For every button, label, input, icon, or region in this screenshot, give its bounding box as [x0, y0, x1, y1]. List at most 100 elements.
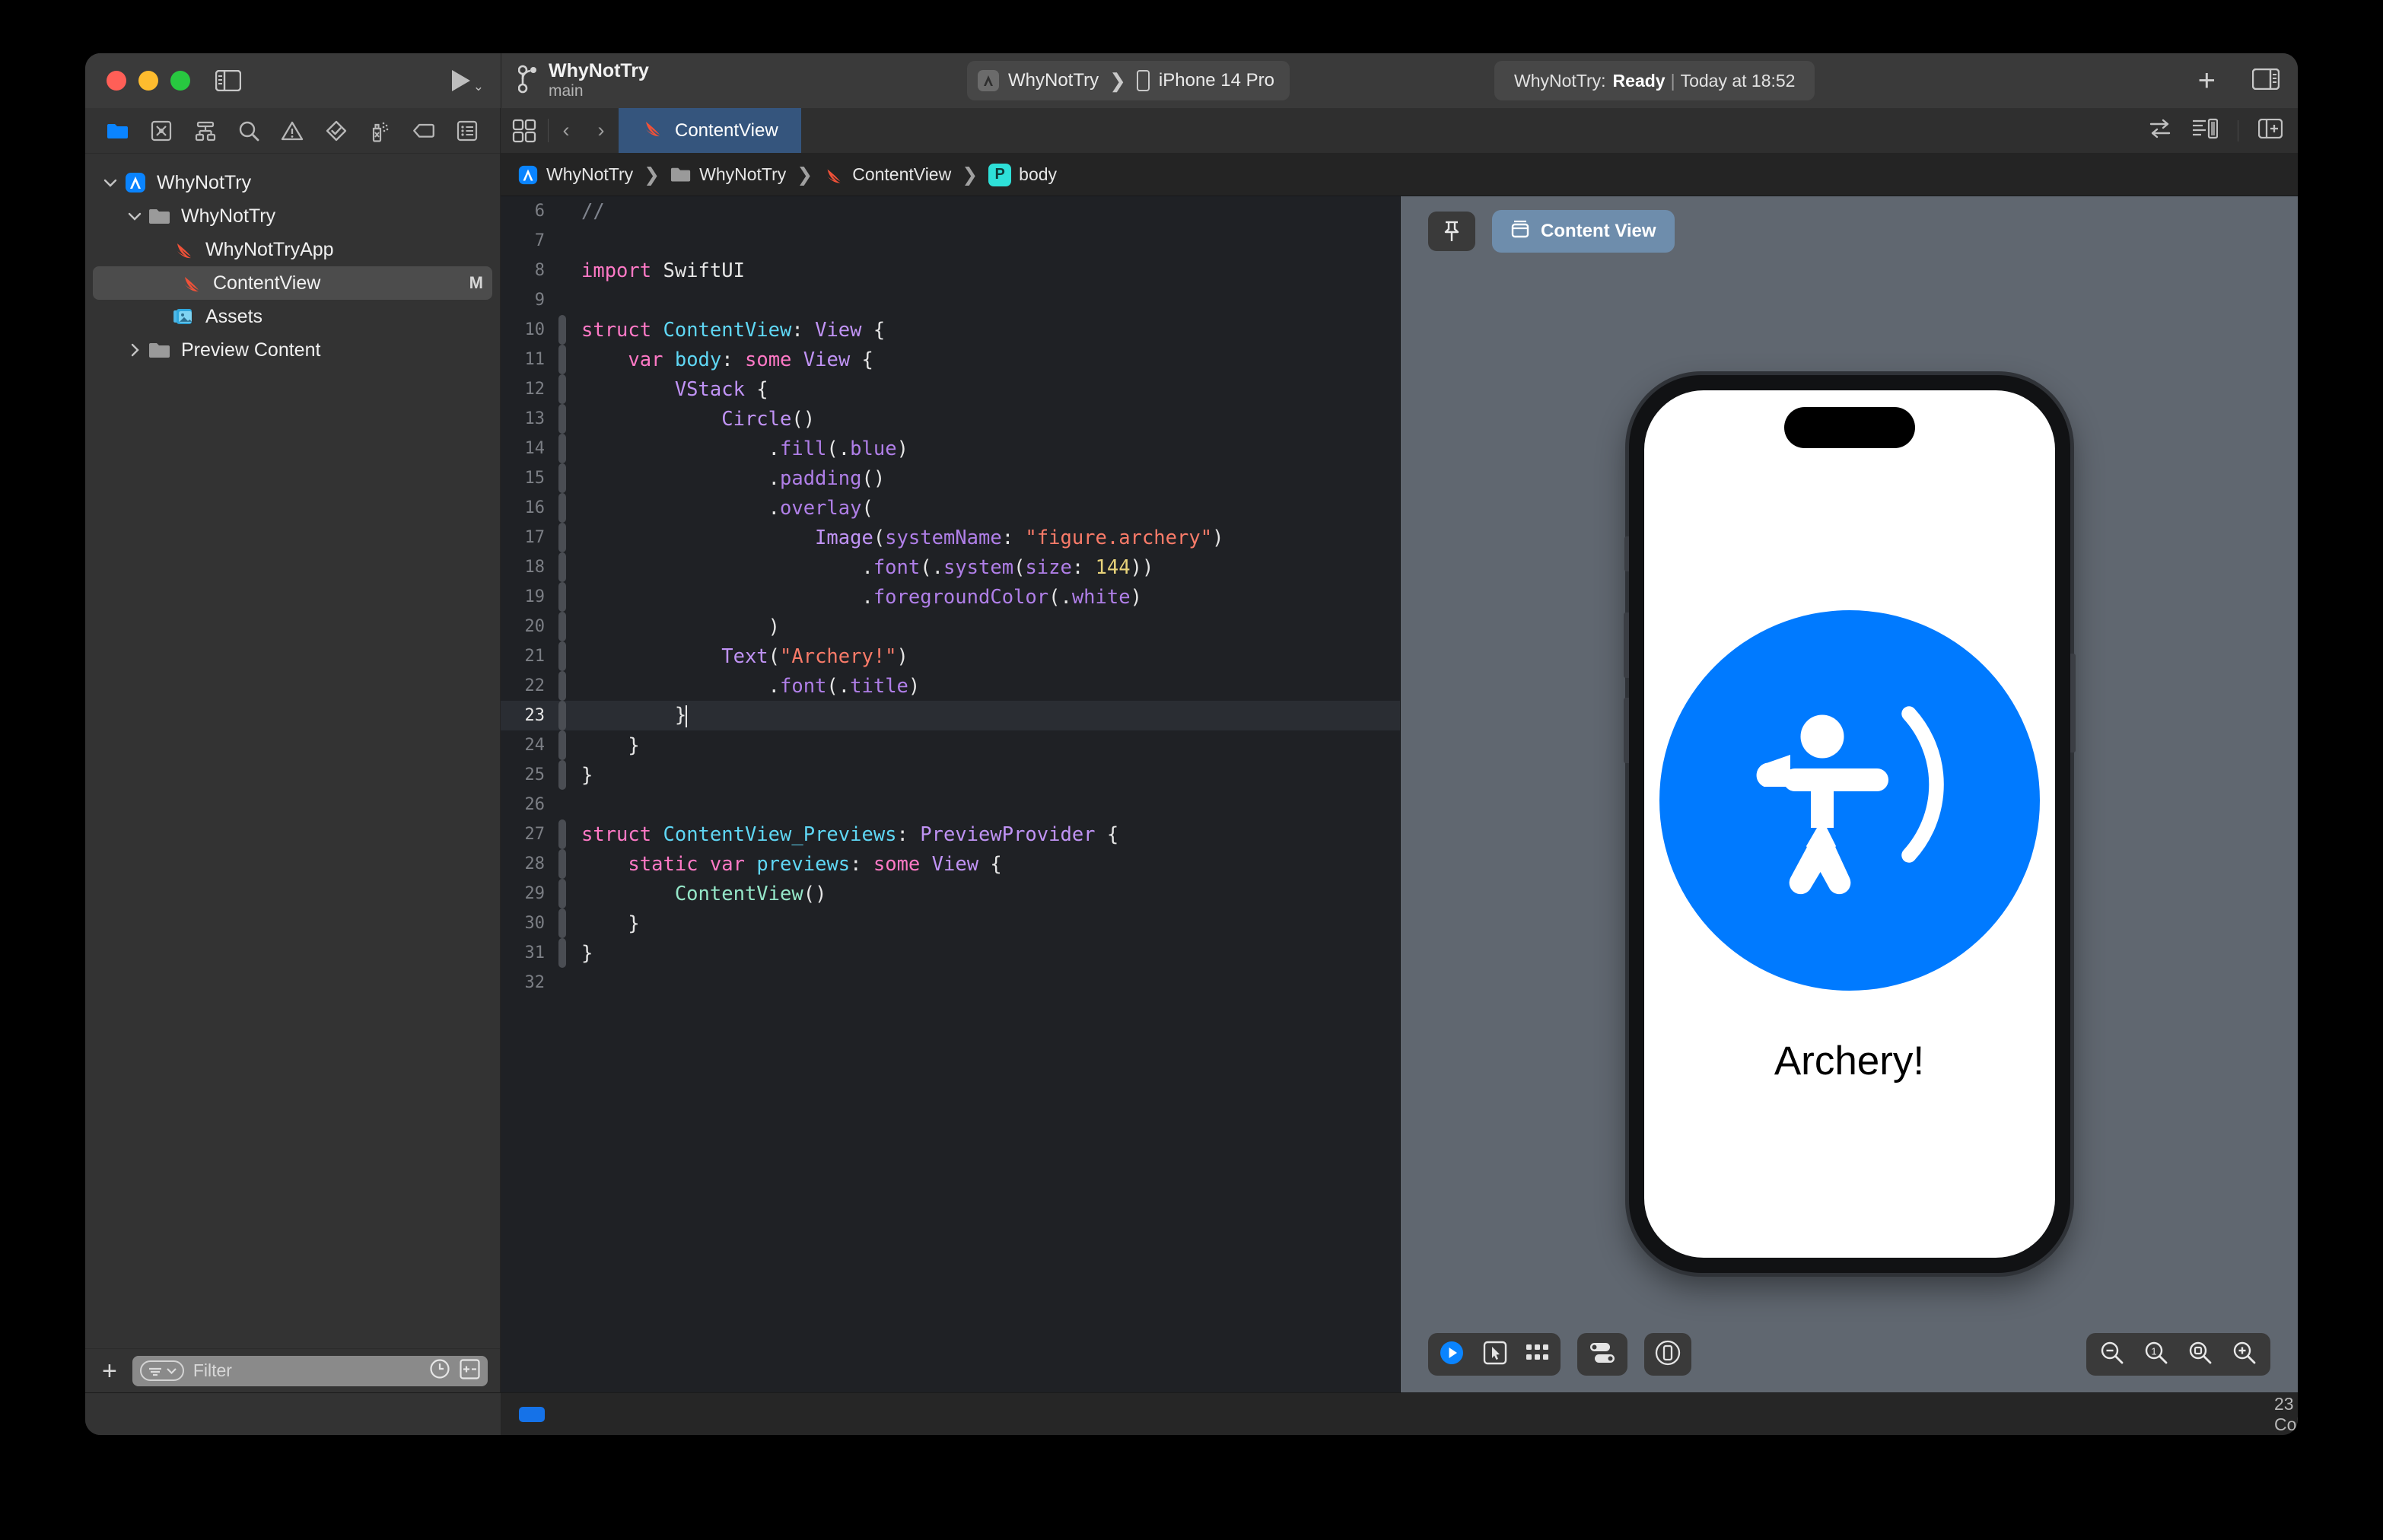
preview-view-selector[interactable]: Content View — [1492, 210, 1675, 253]
sidebar-toggle-icon[interactable] — [212, 64, 245, 97]
find-navigator[interactable] — [227, 114, 270, 148]
plus-minus-icon[interactable] — [460, 1358, 480, 1383]
fold-ribbon[interactable] — [558, 196, 566, 226]
code-line[interactable]: 22 .font(.title) — [501, 671, 1400, 701]
fold-ribbon[interactable] — [558, 612, 566, 641]
fold-ribbon[interactable] — [558, 582, 566, 612]
fold-ribbon[interactable] — [558, 671, 566, 701]
run-button[interactable]: ⌄ — [451, 69, 501, 93]
chevron-right-icon[interactable] — [123, 343, 146, 357]
code-line[interactable]: 14 .fill(.blue) — [501, 434, 1400, 463]
tab-contentview[interactable]: ContentView — [619, 108, 801, 153]
tree-item-contentview[interactable]: ContentView M — [93, 266, 492, 300]
project-navigator[interactable] — [96, 114, 139, 148]
magnifier-minus-icon[interactable] — [2100, 1341, 2124, 1369]
pin-icon[interactable] — [1428, 212, 1475, 251]
branch-indicator[interactable]: WhyNotTry main — [517, 60, 649, 100]
debug-navigator[interactable] — [358, 114, 402, 148]
code-line[interactable]: 24 } — [501, 730, 1400, 760]
code-line[interactable]: 27 struct ContentView_Previews: PreviewPr… — [501, 819, 1400, 849]
code-line[interactable]: 19 .foregroundColor(.white) — [501, 582, 1400, 612]
fold-ribbon[interactable] — [558, 374, 566, 404]
source-control-navigator[interactable] — [139, 114, 183, 148]
go-back-button[interactable]: ‹ — [549, 119, 584, 142]
fold-ribbon[interactable] — [558, 315, 566, 345]
fold-ribbon[interactable] — [558, 790, 566, 819]
go-forward-button[interactable]: › — [584, 119, 619, 142]
fold-ribbon[interactable] — [558, 345, 566, 374]
editor-grid-icon[interactable] — [501, 108, 548, 153]
preview-canvas[interactable]: Archery! — [1401, 266, 2298, 1392]
code-line[interactable]: 10 struct ContentView: View { — [501, 315, 1400, 345]
chevron-down-icon[interactable] — [99, 178, 122, 187]
fold-ribbon[interactable] — [558, 256, 566, 285]
report-navigator[interactable] — [446, 114, 489, 148]
code-line[interactable]: 26 — [501, 790, 1400, 819]
code-line[interactable]: 17 Image(systemName: "figure.archery") — [501, 523, 1400, 552]
code-line[interactable]: 9 — [501, 285, 1400, 315]
zoom-button[interactable] — [170, 71, 190, 91]
issue-navigator[interactable] — [271, 114, 314, 148]
code-line[interactable]: 8 import SwiftUI — [501, 256, 1400, 285]
code-line[interactable]: 18 .font(.system(size: 144)) — [501, 552, 1400, 582]
code-line[interactable]: 31} — [501, 938, 1400, 968]
add-editor-icon[interactable] — [2257, 118, 2283, 142]
breakpoint-navigator[interactable] — [402, 114, 445, 148]
tree-item-assets[interactable]: Assets — [85, 300, 500, 333]
code-line[interactable]: 6 // — [501, 196, 1400, 226]
code-line[interactable]: 11 var body: some View { — [501, 345, 1400, 374]
magnifier-plus-icon[interactable] — [2232, 1341, 2257, 1369]
breadcrumb-item-whynottry[interactable]: WhyNotTry — [670, 164, 786, 185]
fold-ribbon[interactable] — [558, 760, 566, 790]
breadcrumb-item-whynottry[interactable]: WhyNotTry — [517, 164, 633, 186]
inspector-toggle-icon[interactable] — [2251, 68, 2280, 94]
scheme-destination-selector[interactable]: WhyNotTry ❯ iPhone 14 Pro — [967, 61, 1290, 100]
fold-ribbon[interactable] — [558, 849, 566, 879]
clock-icon[interactable] — [429, 1358, 450, 1383]
tree-item-preview-content[interactable]: Preview Content — [85, 333, 500, 367]
minimap-icon[interactable] — [2192, 118, 2219, 143]
magnifier-one-icon[interactable]: 1 — [2144, 1341, 2168, 1369]
tree-item-whynottry[interactable]: WhyNotTry — [85, 199, 500, 233]
code-line[interactable]: 20 ) — [501, 612, 1400, 641]
tree-item-whynottryapp[interactable]: WhyNotTryApp — [85, 233, 500, 266]
code-line[interactable]: 23 } — [501, 701, 1400, 730]
fold-ribbon[interactable] — [558, 404, 566, 434]
filter-options-icon[interactable] — [139, 1360, 184, 1381]
add-file-button[interactable]: + — [97, 1358, 122, 1384]
fold-ribbon[interactable] — [558, 523, 566, 552]
minimize-button[interactable] — [138, 71, 158, 91]
source-code-editor[interactable]: 6 // 7 8 import SwiftUI 9 10 struct ContentView… — [501, 196, 1401, 1392]
device-bezel-button[interactable] — [1644, 1333, 1691, 1376]
cursor-box-icon[interactable] — [1483, 1341, 1507, 1369]
fold-ribbon[interactable] — [558, 226, 566, 256]
filter-input[interactable]: Filter — [132, 1355, 488, 1386]
window-controls[interactable] — [107, 71, 190, 91]
code-line[interactable]: 25} — [501, 760, 1400, 790]
fold-ribbon[interactable] — [558, 463, 566, 493]
code-line[interactable]: 16 .overlay( — [501, 493, 1400, 523]
fold-ribbon[interactable] — [558, 641, 566, 671]
code-line[interactable]: 15 .padding() — [501, 463, 1400, 493]
device-settings-button[interactable] — [1577, 1333, 1627, 1376]
grid-nine-icon[interactable] — [1526, 1343, 1550, 1367]
code-line[interactable]: 28 static var previews: some View { — [501, 849, 1400, 879]
code-line[interactable]: 32 — [501, 968, 1400, 998]
code-line[interactable]: 12 VStack { — [501, 374, 1400, 404]
magnifier-fit-icon[interactable] — [2188, 1341, 2213, 1369]
play-circle-icon[interactable] — [1439, 1340, 1465, 1370]
symbol-navigator[interactable] — [183, 114, 227, 148]
fold-ribbon[interactable] — [558, 908, 566, 938]
fold-ribbon[interactable] — [558, 879, 566, 908]
code-line[interactable]: 30 } — [501, 908, 1400, 938]
chevron-down-icon[interactable] — [123, 212, 146, 221]
related-items-icon[interactable] — [2148, 119, 2172, 142]
add-button[interactable]: + — [2198, 65, 2216, 96]
fold-ribbon[interactable] — [558, 701, 566, 730]
close-button[interactable] — [107, 71, 126, 91]
fold-ribbon[interactable] — [558, 819, 566, 849]
tree-item-whynottry[interactable]: WhyNotTry — [85, 166, 500, 199]
fold-ribbon[interactable] — [558, 938, 566, 968]
code-line[interactable]: 29 ContentView() — [501, 879, 1400, 908]
fold-ribbon[interactable] — [558, 968, 566, 998]
